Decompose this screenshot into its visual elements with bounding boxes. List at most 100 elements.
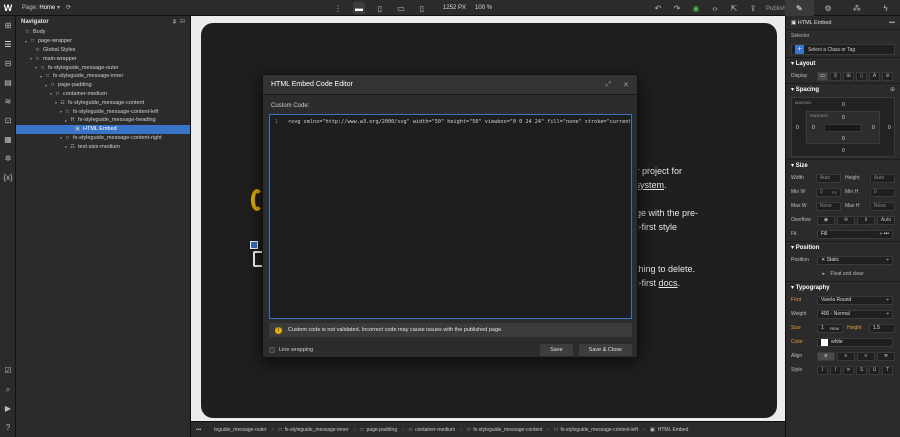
undo-icon[interactable]: ↶ <box>652 2 664 14</box>
navigator-item[interactable]: ▾ □ main-wrapper <box>16 54 190 63</box>
navigator-item[interactable]: ▸ ☶ text-size-medium <box>16 142 190 151</box>
breadcrumb-item[interactable]: ▣ HTML Embed <box>645 427 693 433</box>
close-icon[interactable]: ⊟ <box>180 19 185 25</box>
breadcrumb-item[interactable]: □ page-padding <box>355 427 402 433</box>
italic-icon[interactable]: I <box>817 365 828 375</box>
breadcrumb-item[interactable]: leguide_message-outer <box>206 427 271 433</box>
video-icon[interactable]: ▶ <box>0 399 16 418</box>
tablet-icon[interactable]: ▯ <box>374 2 386 14</box>
margin-right[interactable]: 0 <box>888 125 891 131</box>
underline-icon[interactable]: U <box>869 365 880 375</box>
display-grid-icon[interactable]: ⊞ <box>843 71 854 81</box>
brush-icon[interactable]: ✎ <box>785 0 814 16</box>
save-close-button[interactable]: Save & Close <box>578 344 632 356</box>
align-justify-icon[interactable]: ≣ <box>877 351 895 361</box>
margin-bottom[interactable]: 0 <box>842 148 845 154</box>
spacing-box[interactable]: MARGIN 0 0 0 0 PADDING 0 0 0 0 <box>791 97 895 157</box>
desktop-icon[interactable]: ▬ <box>353 2 365 14</box>
navigator-item[interactable]: ▾ □ page-padding <box>16 81 190 90</box>
overflow-auto-button[interactable]: Auto <box>877 215 895 225</box>
selection-handle[interactable] <box>250 241 258 249</box>
settings-icon[interactable]: ✲ <box>0 149 16 168</box>
navigator-item[interactable]: ▾ □ page-wrapper <box>16 37 190 46</box>
audit-icon[interactable]: ☑ <box>0 361 16 380</box>
display-inline-block-icon[interactable]: ▯ <box>856 71 867 81</box>
export-icon[interactable]: ⇱ <box>728 2 740 14</box>
position-section[interactable]: ▾ Position <box>786 241 900 253</box>
align-left-icon[interactable]: ≡ <box>817 351 835 361</box>
expand-icon[interactable]: ⤢ <box>606 81 612 89</box>
navigator-item[interactable]: ▾ ☷ fs-styleguide_message-content <box>16 98 190 107</box>
line-wrapping-toggle[interactable]: Line wrapping <box>269 347 313 353</box>
margin-left[interactable]: 0 <box>796 125 799 131</box>
color-input[interactable]: white <box>817 337 893 347</box>
landscape-icon[interactable]: ▭ <box>395 2 407 14</box>
overflow-visible-icon[interactable]: ◉ <box>817 215 835 225</box>
check-icon[interactable]: ◉ <box>690 2 702 14</box>
position-select[interactable]: ✕ Static ÷ <box>817 255 893 265</box>
variables-icon[interactable]: {x} <box>0 168 16 187</box>
ecommerce-icon[interactable]: ⊡ <box>0 111 16 130</box>
weight-select[interactable]: 400 - Normal ÷ <box>817 309 893 319</box>
italic-alt-icon[interactable]: I <box>830 365 841 375</box>
webflow-logo[interactable]: W <box>0 0 16 16</box>
save-button[interactable]: Save <box>540 344 573 356</box>
pages-icon[interactable]: ▤ <box>0 73 16 92</box>
breadcrumb-item[interactable]: □ fs-styleguide_message-content-left <box>549 427 643 433</box>
align-right-icon[interactable]: ≡ <box>857 351 875 361</box>
padding-left[interactable]: 0 <box>812 125 815 131</box>
strikethrough-icon[interactable]: S <box>856 365 867 375</box>
collapse-icon[interactable]: ⧗ <box>172 19 176 25</box>
display-none-icon[interactable]: ⊘ <box>882 71 893 81</box>
redo-icon[interactable]: ↷ <box>671 2 683 14</box>
padding-right[interactable]: 0 <box>872 125 875 131</box>
navigator-item[interactable]: □ Body <box>16 28 190 37</box>
padding-bottom[interactable]: 0 <box>842 136 845 142</box>
spacing-section[interactable]: ▾ Spacing ⊕ <box>786 83 900 95</box>
margin-top[interactable]: 0 <box>842 102 845 108</box>
navigator-item[interactable]: ▾ □ fs-styleguide_message-content-left <box>16 107 190 116</box>
refresh-icon[interactable]: ⟳ <box>66 4 71 11</box>
cms-icon[interactable]: ≋ <box>0 92 16 111</box>
strike-icon[interactable]: ✕ <box>843 365 854 375</box>
breadcrumb-item[interactable]: □ fs-styleguide_message-content <box>462 427 547 433</box>
min-height-input[interactable]: 0 <box>869 187 895 197</box>
add-icon[interactable]: ⊞ <box>0 16 16 35</box>
gear-icon[interactable]: ⚙ <box>814 0 843 16</box>
max-height-input[interactable]: None <box>869 201 895 211</box>
search-icon[interactable]: ⌕ <box>0 380 16 399</box>
help-icon[interactable]: ? <box>0 418 16 437</box>
navigator-item[interactable]: ▣ HTML Embed <box>16 124 190 134</box>
max-width-input[interactable]: None <box>815 201 841 211</box>
font-select[interactable]: Varela Round ÷ <box>817 295 893 305</box>
fit-select[interactable]: Fill ÷ ••• <box>817 229 893 239</box>
interactions-icon[interactable]: ⁂ <box>843 0 872 16</box>
mobile-icon[interactable]: ▯ <box>416 2 428 14</box>
assets-icon[interactable]: ▦ <box>0 130 16 149</box>
code-editor[interactable]: 1 <svg xmlns="http://www.w3.org/2000/svg… <box>269 114 632 319</box>
overflow-hidden-icon[interactable]: ⊘ <box>837 215 855 225</box>
breadcrumb-more[interactable]: ••• <box>191 427 206 433</box>
breadcrumb-item[interactable]: □ fs-styleguide_message-inner <box>274 427 354 433</box>
navigator-item[interactable]: ▾ □ fs-styleguide_message-inner <box>16 72 190 81</box>
navigator-item[interactable]: ▾ □ container-medium <box>16 90 190 99</box>
display-block-icon[interactable]: ▭ <box>817 71 828 81</box>
overline-icon[interactable]: T <box>882 365 893 375</box>
min-width-input[interactable]: 0 PX <box>815 187 841 197</box>
spacing-settings-icon[interactable]: ⊕ <box>890 86 895 93</box>
align-center-icon[interactable]: ≡ <box>837 351 855 361</box>
close-modal-icon[interactable]: ✕ <box>623 81 629 89</box>
navigator-item[interactable]: ▸ Hfs-styleguide_message-heading <box>16 116 190 125</box>
layout-section[interactable]: ▾ Layout <box>786 57 900 69</box>
share-icon[interactable]: ⇪ <box>747 2 759 14</box>
navigator-item[interactable]: ▾ □ fs-styleguide_message-outer <box>16 63 190 72</box>
breadcrumb-item[interactable]: □ container-medium <box>404 427 460 433</box>
code-text[interactable]: <svg xmlns="http://www.w3.org/2000/svg" … <box>288 119 630 125</box>
navigator-item[interactable]: ⟐ Global Styles <box>16 46 190 55</box>
display-flex-icon[interactable]: ⫼ <box>830 71 841 81</box>
color-swatch[interactable] <box>821 338 828 346</box>
size-section[interactable]: ▾ Size <box>786 159 900 171</box>
more-icon[interactable]: ••• <box>889 20 895 26</box>
width-input[interactable]: Auto <box>815 173 841 183</box>
float-clear-toggle[interactable]: ▸ Float and clear <box>786 267 900 281</box>
